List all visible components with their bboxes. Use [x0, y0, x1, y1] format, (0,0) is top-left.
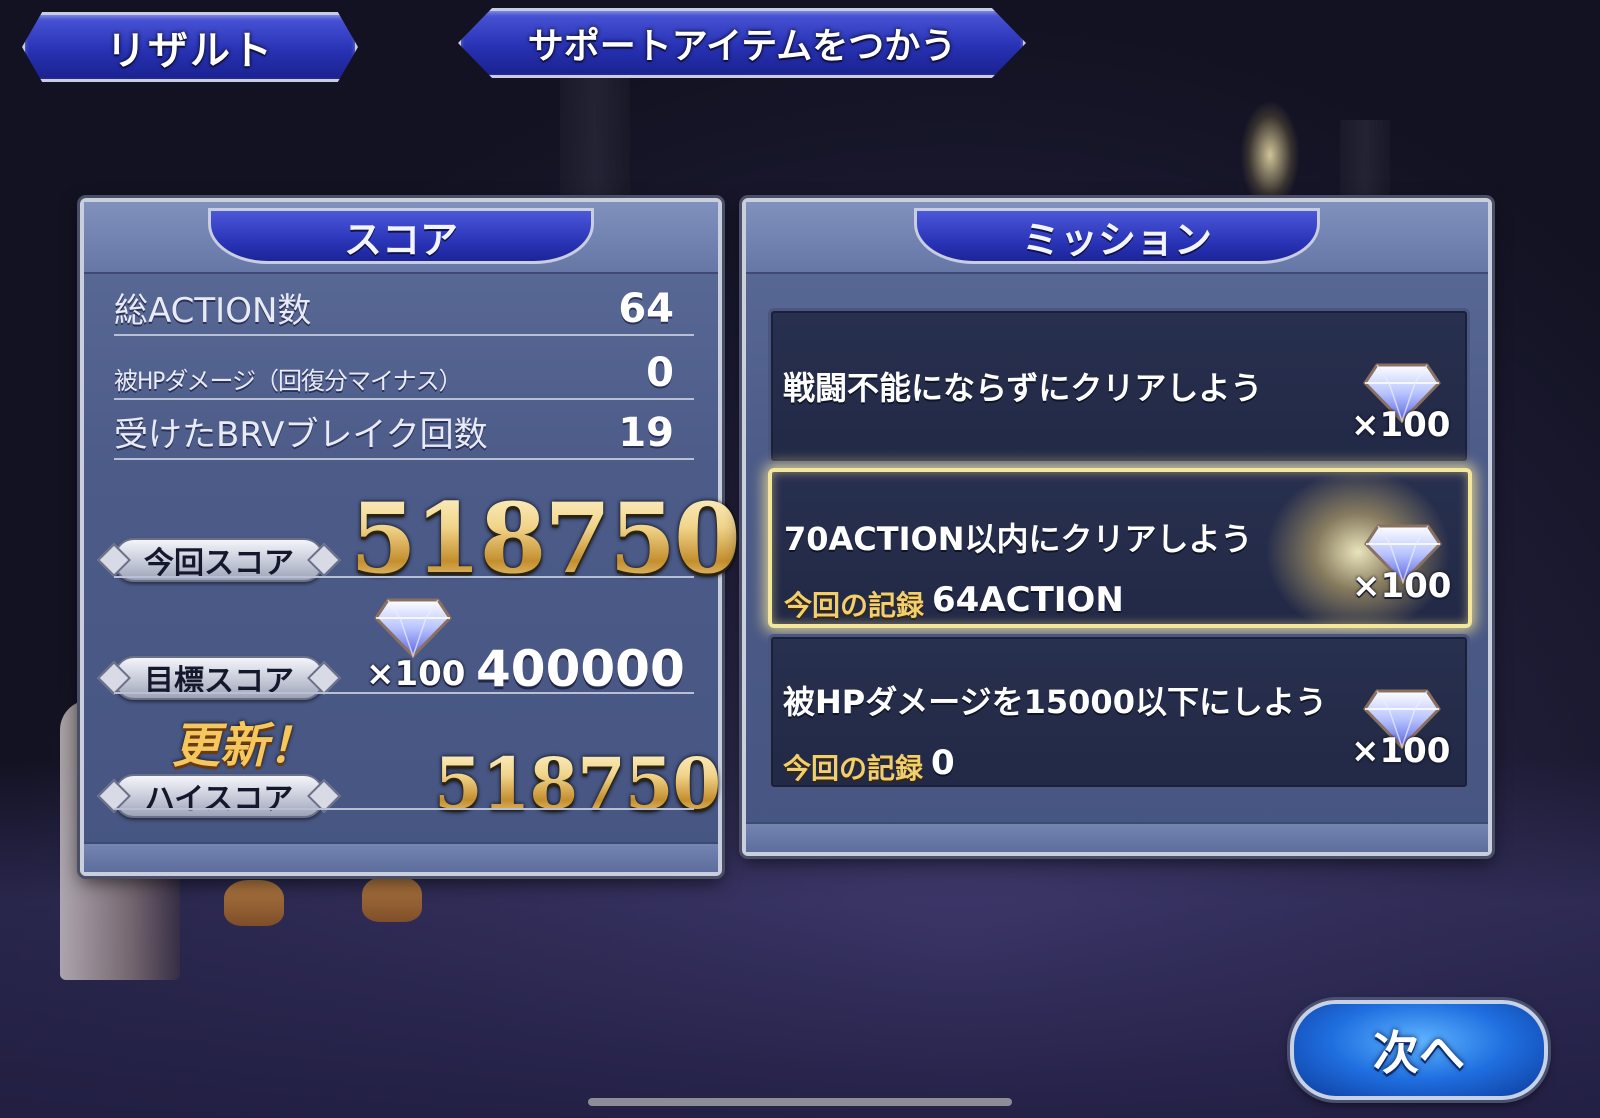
stat-value: 64	[618, 286, 674, 332]
mission-record-label: 今回の記録	[783, 752, 924, 785]
mission-reward-count: ×100	[1351, 731, 1451, 771]
target-score-value: 400000	[476, 640, 685, 698]
stat-label: 総ACTION数	[114, 291, 312, 331]
home-indicator[interactable]	[588, 1098, 1012, 1106]
background-character-foot	[362, 876, 422, 922]
mission-panel-title: ミッション	[914, 208, 1320, 264]
next-button[interactable]: 次へ	[1290, 1000, 1548, 1100]
divider	[114, 576, 694, 578]
mission-reward-count: ×100	[1352, 566, 1452, 606]
stat-row-total-actions: 総ACTION数 64	[114, 284, 694, 336]
background-character-foot	[224, 880, 284, 926]
target-reward-count: ×100	[366, 654, 466, 694]
new-record-badge: 更新！	[172, 718, 317, 774]
mission-record-value: 64ACTION	[932, 580, 1124, 620]
mission-description: 70ACTION以内にクリアしよう	[784, 520, 1253, 558]
current-score-value: 518750	[350, 482, 741, 595]
mission-description: 戦闘不能にならずにクリアしよう	[783, 369, 1263, 407]
high-score-label: ハイスコア	[114, 774, 324, 818]
stat-value: 0	[646, 350, 674, 396]
stat-label: 被HPダメージ（回復分マイナス）	[114, 367, 463, 395]
score-panel: スコア 総ACTION数 64 被HPダメージ（回復分マイナス） 0 受けたBR…	[80, 198, 741, 876]
mission-card: 被HPダメージを15000以下にしよう 今回の記録 0 ×100	[768, 634, 1470, 790]
mission-description: 被HPダメージを15000以下にしよう	[783, 683, 1327, 721]
high-score-value: 518750	[434, 742, 721, 825]
diamond-icon	[374, 598, 452, 658]
background-spark	[1240, 100, 1300, 210]
score-panel-title: スコア	[208, 208, 594, 264]
panel-footer-band	[746, 822, 1488, 852]
stat-row-hp-damage: 被HPダメージ（回復分マイナス） 0	[114, 348, 694, 400]
panel-footer-band	[84, 842, 718, 872]
mission-panel: ミッション 戦闘不能にならずにクリアしよう ×100 70ACTION以内にクリ…	[742, 198, 1492, 856]
result-title: リザルト	[22, 12, 358, 82]
mission-card-cleared: 70ACTION以内にクリアしよう 今回の記録 64ACTION ×100	[768, 462, 1472, 642]
mission-card: 戦闘不能にならずにクリアしよう ×100	[768, 308, 1470, 464]
support-item-button[interactable]: サポートアイテムをつかう	[458, 8, 1026, 78]
divider	[114, 808, 694, 810]
mission-record-value: 0	[931, 743, 955, 783]
stat-label: 受けたBRVブレイク回数	[114, 415, 488, 455]
stat-value: 19	[618, 410, 674, 456]
stat-row-brv-breaks: 受けたBRVブレイク回数 19	[114, 408, 694, 460]
mission-reward-count: ×100	[1351, 405, 1451, 445]
divider	[114, 692, 694, 694]
mission-record-label: 今回の記録	[784, 589, 925, 622]
